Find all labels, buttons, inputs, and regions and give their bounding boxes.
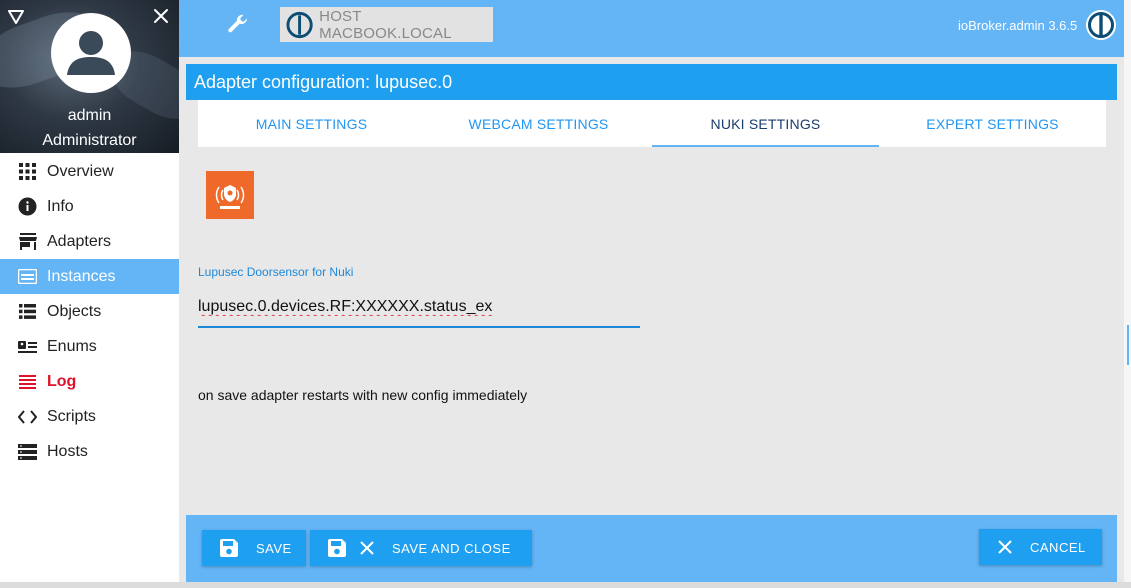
sidebar-item-adapters[interactable]: Adapters bbox=[0, 224, 179, 259]
instances-icon bbox=[18, 267, 37, 286]
sidebar-item-info[interactable]: Info bbox=[0, 189, 179, 224]
window-bottom-edge bbox=[0, 582, 1131, 588]
panel-header: Adapter configuration: lupusec.0 bbox=[186, 64, 1117, 100]
menu-triangle-icon[interactable] bbox=[8, 9, 24, 25]
save-label: SAVE bbox=[256, 540, 292, 556]
avatar bbox=[51, 13, 131, 93]
sidebar-item-label: Instances bbox=[47, 267, 116, 285]
sidebar-item-instances[interactable]: Instances bbox=[0, 259, 179, 294]
iobroker-logo-icon bbox=[1086, 10, 1116, 40]
close-icon[interactable] bbox=[152, 7, 170, 25]
sidebar-item-log[interactable]: Log bbox=[0, 364, 179, 399]
sidebar-header: admin Administrator bbox=[0, 0, 179, 153]
iobroker-logo-icon bbox=[286, 11, 313, 38]
bottom-bar: SAVE SAVE AND CLOSE CANCEL bbox=[186, 515, 1117, 582]
code-icon bbox=[18, 407, 37, 426]
enums-icon bbox=[18, 337, 37, 356]
list-icon bbox=[18, 302, 37, 321]
sidebar-item-scripts[interactable]: Scripts bbox=[0, 399, 179, 434]
sidebar-item-label: Log bbox=[47, 372, 77, 390]
sidebar-item-label: Enums bbox=[47, 337, 97, 355]
info-icon bbox=[18, 197, 37, 216]
sidebar-item-label: Scripts bbox=[47, 407, 96, 425]
sidebar-item-enums[interactable]: Enums bbox=[0, 329, 179, 364]
sidebar: admin Administrator Overview Info Adapte… bbox=[0, 0, 179, 588]
sidebar-item-label: Adapters bbox=[47, 232, 112, 250]
user-name: admin bbox=[67, 107, 112, 124]
save-and-close-button[interactable]: SAVE AND CLOSE bbox=[310, 530, 532, 566]
restart-note: on save adapter restarts with new config… bbox=[198, 387, 528, 403]
sidebar-item-hosts[interactable]: Hosts bbox=[0, 434, 179, 469]
page-title: Adapter configuration: lupusec.0 bbox=[194, 71, 453, 92]
grid-icon bbox=[18, 162, 37, 181]
cancel-button[interactable]: CANCEL bbox=[979, 529, 1102, 565]
host-selector[interactable]: HOST MACBOOK.LOCAL bbox=[280, 7, 493, 42]
tab-nuki-settings[interactable]: NUKI SETTINGS bbox=[652, 100, 879, 147]
settings-tabs: MAIN SETTINGS WEBCAM SETTINGS NUKI SETTI… bbox=[198, 100, 1106, 147]
hosts-icon bbox=[18, 442, 37, 461]
sidebar-item-objects[interactable]: Objects bbox=[0, 294, 179, 329]
doorsensor-label: Lupusec Doorsensor for Nuki bbox=[198, 265, 354, 279]
lupusec-shield-icon bbox=[215, 185, 245, 209]
save-button[interactable]: SAVE bbox=[202, 530, 306, 566]
scrollbar[interactable] bbox=[1124, 0, 1131, 588]
floppy-icon bbox=[328, 539, 346, 557]
sidebar-item-label: Objects bbox=[47, 302, 102, 320]
top-bar: HOST MACBOOK.LOCAL ioBroker.admin 3.6.5 bbox=[179, 0, 1131, 57]
floppy-icon bbox=[220, 539, 238, 557]
app-version: ioBroker.admin 3.6.5 bbox=[958, 18, 1078, 33]
close-icon bbox=[360, 541, 374, 555]
tab-main-settings[interactable]: MAIN SETTINGS bbox=[198, 100, 425, 147]
tab-webcam-settings[interactable]: WEBCAM SETTINGS bbox=[425, 100, 652, 147]
sidebar-item-overview[interactable]: Overview bbox=[0, 154, 179, 189]
sidebar-item-label: Hosts bbox=[47, 442, 88, 460]
tab-expert-settings[interactable]: EXPERT SETTINGS bbox=[879, 100, 1106, 147]
host-label: HOST MACBOOK.LOCAL bbox=[319, 7, 452, 42]
doorsensor-input[interactable] bbox=[198, 288, 640, 328]
log-icon bbox=[18, 372, 37, 391]
cancel-label: CANCEL bbox=[1030, 539, 1086, 555]
close-icon bbox=[998, 540, 1012, 554]
scroll-thumb[interactable] bbox=[1127, 325, 1129, 365]
user-role: Administrator bbox=[42, 132, 137, 149]
lupusec-logo bbox=[206, 171, 254, 219]
sidebar-item-label: Overview bbox=[47, 162, 114, 180]
wrench-icon[interactable] bbox=[226, 12, 250, 36]
sidebar-nav: Overview Info Adapters Instances Objects… bbox=[0, 154, 179, 469]
user-icon bbox=[67, 31, 115, 75]
store-icon bbox=[18, 232, 37, 251]
sidebar-item-label: Info bbox=[47, 197, 74, 215]
save-and-close-label: SAVE AND CLOSE bbox=[392, 540, 511, 556]
